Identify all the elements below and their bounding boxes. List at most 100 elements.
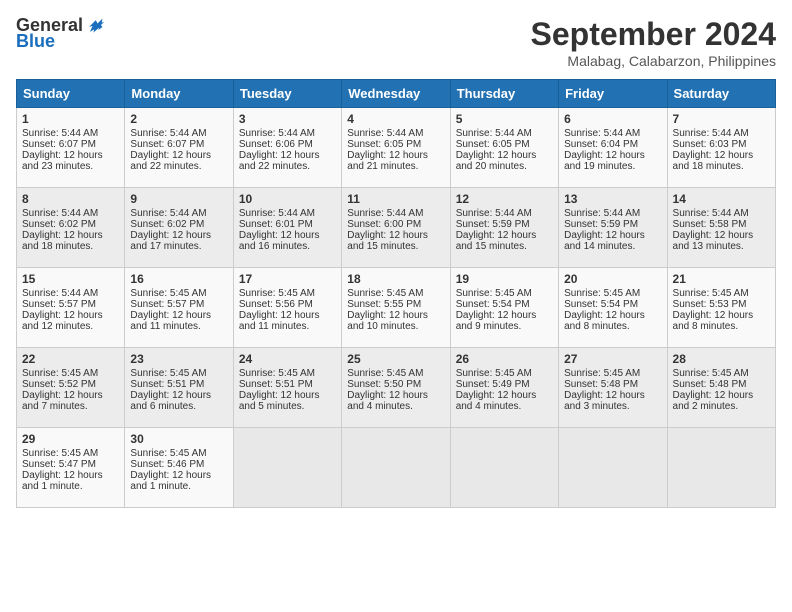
- cell-text: Daylight: 12 hours: [673, 150, 770, 161]
- cell-text: Sunset: 5:55 PM: [347, 299, 444, 310]
- day-number: 1: [22, 112, 119, 126]
- cell-text: Sunrise: 5:45 AM: [673, 368, 770, 379]
- month-title: September 2024: [531, 16, 776, 53]
- cell-text: Sunset: 5:48 PM: [673, 379, 770, 390]
- cell-text: Daylight: 12 hours: [22, 470, 119, 481]
- cell-text: Sunrise: 5:45 AM: [130, 368, 227, 379]
- cell-text: Daylight: 12 hours: [130, 230, 227, 241]
- day-number: 7: [673, 112, 770, 126]
- calendar-cell: [450, 428, 558, 508]
- cell-text: Daylight: 12 hours: [130, 310, 227, 321]
- cell-text: and 8 minutes.: [564, 321, 661, 332]
- cell-text: Sunrise: 5:45 AM: [239, 288, 336, 299]
- cell-text: Sunset: 5:51 PM: [130, 379, 227, 390]
- cell-text: Daylight: 12 hours: [564, 390, 661, 401]
- cell-text: Sunset: 5:57 PM: [130, 299, 227, 310]
- calendar-cell: 8Sunrise: 5:44 AMSunset: 6:02 PMDaylight…: [17, 188, 125, 268]
- cell-text: Sunset: 6:04 PM: [564, 139, 661, 150]
- day-number: 3: [239, 112, 336, 126]
- day-number: 6: [564, 112, 661, 126]
- cell-text: Sunset: 6:07 PM: [130, 139, 227, 150]
- calendar-cell: 21Sunrise: 5:45 AMSunset: 5:53 PMDayligh…: [667, 268, 775, 348]
- calendar-cell: 24Sunrise: 5:45 AMSunset: 5:51 PMDayligh…: [233, 348, 341, 428]
- day-number: 4: [347, 112, 444, 126]
- cell-text: and 1 minute.: [130, 481, 227, 492]
- day-number: 5: [456, 112, 553, 126]
- cell-text: Sunset: 5:54 PM: [456, 299, 553, 310]
- cell-text: Sunset: 5:56 PM: [239, 299, 336, 310]
- cell-text: Sunrise: 5:45 AM: [456, 368, 553, 379]
- calendar-cell: 12Sunrise: 5:44 AMSunset: 5:59 PMDayligh…: [450, 188, 558, 268]
- calendar-cell: 29Sunrise: 5:45 AMSunset: 5:47 PMDayligh…: [17, 428, 125, 508]
- calendar-cell: 28 Sunrise: 5:45 AMSunset: 5:48 PMDayligh…: [667, 348, 775, 428]
- calendar-cell: 30Sunrise: 5:45 AMSunset: 5:46 PMDayligh…: [125, 428, 233, 508]
- calendar-cell: 13Sunrise: 5:44 AMSunset: 5:59 PMDayligh…: [559, 188, 667, 268]
- cell-text: Daylight: 12 hours: [239, 310, 336, 321]
- cell-text: and 13 minutes.: [673, 241, 770, 252]
- day-number: 28: [673, 352, 770, 366]
- cell-text: Sunset: 5:47 PM: [22, 459, 119, 470]
- cell-text: Daylight: 12 hours: [239, 230, 336, 241]
- week-row-5: 29Sunrise: 5:45 AMSunset: 5:47 PMDayligh…: [17, 428, 776, 508]
- week-row-1: 1 Sunrise: 5:44 AM Sunset: 6:07 PM Daylight…: [17, 108, 776, 188]
- cell-text: Sunrise: 5:44 AM: [239, 128, 336, 139]
- cell-text: and 11 minutes.: [239, 321, 336, 332]
- cell-text: and 8 minutes.: [673, 321, 770, 332]
- cell-text: and 11 minutes.: [130, 321, 227, 332]
- calendar-cell: 16Sunrise: 5:45 AMSunset: 5:57 PMDayligh…: [125, 268, 233, 348]
- cell-text: and 15 minutes.: [347, 241, 444, 252]
- cell-text: Sunset: 6:05 PM: [456, 139, 553, 150]
- weekday-header-saturday: Saturday: [667, 80, 775, 108]
- calendar-cell: 26Sunrise: 5:45 AMSunset: 5:49 PMDayligh…: [450, 348, 558, 428]
- cell-text: and 20 minutes.: [456, 161, 553, 172]
- cell-text: Daylight: 12 hours: [239, 390, 336, 401]
- cell-text: Daylight: 12 hours: [22, 390, 119, 401]
- cell-text: Sunrise: 5:45 AM: [130, 448, 227, 459]
- cell-text: Sunset: 5:50 PM: [347, 379, 444, 390]
- calendar-cell: [667, 428, 775, 508]
- day-number: 8: [22, 192, 119, 206]
- calendar-cell: 18Sunrise: 5:45 AMSunset: 5:55 PMDayligh…: [342, 268, 450, 348]
- calendar-cell: 17Sunrise: 5:45 AMSunset: 5:56 PMDayligh…: [233, 268, 341, 348]
- calendar-cell: 5Sunrise: 5:44 AMSunset: 6:05 PMDaylight…: [450, 108, 558, 188]
- cell-text: Sunset: 5:49 PM: [456, 379, 553, 390]
- cell-text: Daylight: 12 hours: [456, 390, 553, 401]
- week-row-4: 22Sunrise: 5:45 AMSunset: 5:52 PMDayligh…: [17, 348, 776, 428]
- calendar-cell: 10Sunrise: 5:44 AMSunset: 6:01 PMDayligh…: [233, 188, 341, 268]
- cell-text: and 15 minutes.: [456, 241, 553, 252]
- calendar-cell: [559, 428, 667, 508]
- day-number: 14: [673, 192, 770, 206]
- cell-text: Sunset: 6:00 PM: [347, 219, 444, 230]
- cell-text: and 1 minute.: [22, 481, 119, 492]
- cell-text: Daylight: 12 hours: [564, 230, 661, 241]
- calendar-cell: 27Sunrise: 5:45 AMSunset: 5:48 PMDayligh…: [559, 348, 667, 428]
- cell-text: and 17 minutes.: [130, 241, 227, 252]
- cell-text: Daylight: 12 hours: [22, 230, 119, 241]
- title-area: September 2024 Malabag, Calabarzon, Phil…: [531, 16, 776, 69]
- day-number: 12: [456, 192, 553, 206]
- cell-text: Sunrise: 5:44 AM: [22, 208, 119, 219]
- cell-text: Daylight: 12 hours: [130, 390, 227, 401]
- cell-text: and 21 minutes.: [347, 161, 444, 172]
- cell-text: and 6 minutes.: [130, 401, 227, 412]
- cell-text: and 19 minutes.: [564, 161, 661, 172]
- cell-text: Sunset: 5:51 PM: [239, 379, 336, 390]
- calendar-cell: [233, 428, 341, 508]
- calendar-cell: 19Sunrise: 5:45 AMSunset: 5:54 PMDayligh…: [450, 268, 558, 348]
- cell-text: Sunrise: 5:45 AM: [456, 288, 553, 299]
- cell-text: Daylight: 12 hours: [673, 390, 770, 401]
- cell-text: Daylight: 12 hours: [564, 150, 661, 161]
- calendar-cell: 20Sunrise: 5:45 AMSunset: 5:54 PMDayligh…: [559, 268, 667, 348]
- cell-text: Sunrise: 5:45 AM: [22, 368, 119, 379]
- day-number: 10: [239, 192, 336, 206]
- cell-text: Sunrise: 5:45 AM: [347, 368, 444, 379]
- calendar-cell: 22Sunrise: 5:45 AMSunset: 5:52 PMDayligh…: [17, 348, 125, 428]
- calendar-cell: 3Sunrise: 5:44 AMSunset: 6:06 PMDaylight…: [233, 108, 341, 188]
- day-number: 18: [347, 272, 444, 286]
- cell-text: Sunrise: 5:44 AM: [22, 288, 119, 299]
- cell-text: Daylight: 12 hours: [564, 310, 661, 321]
- cell-text: and 3 minutes.: [564, 401, 661, 412]
- day-number: 13: [564, 192, 661, 206]
- calendar-cell: 11Sunrise: 5:44 AMSunset: 6:00 PMDayligh…: [342, 188, 450, 268]
- cell-text: Sunrise: 5:44 AM: [564, 208, 661, 219]
